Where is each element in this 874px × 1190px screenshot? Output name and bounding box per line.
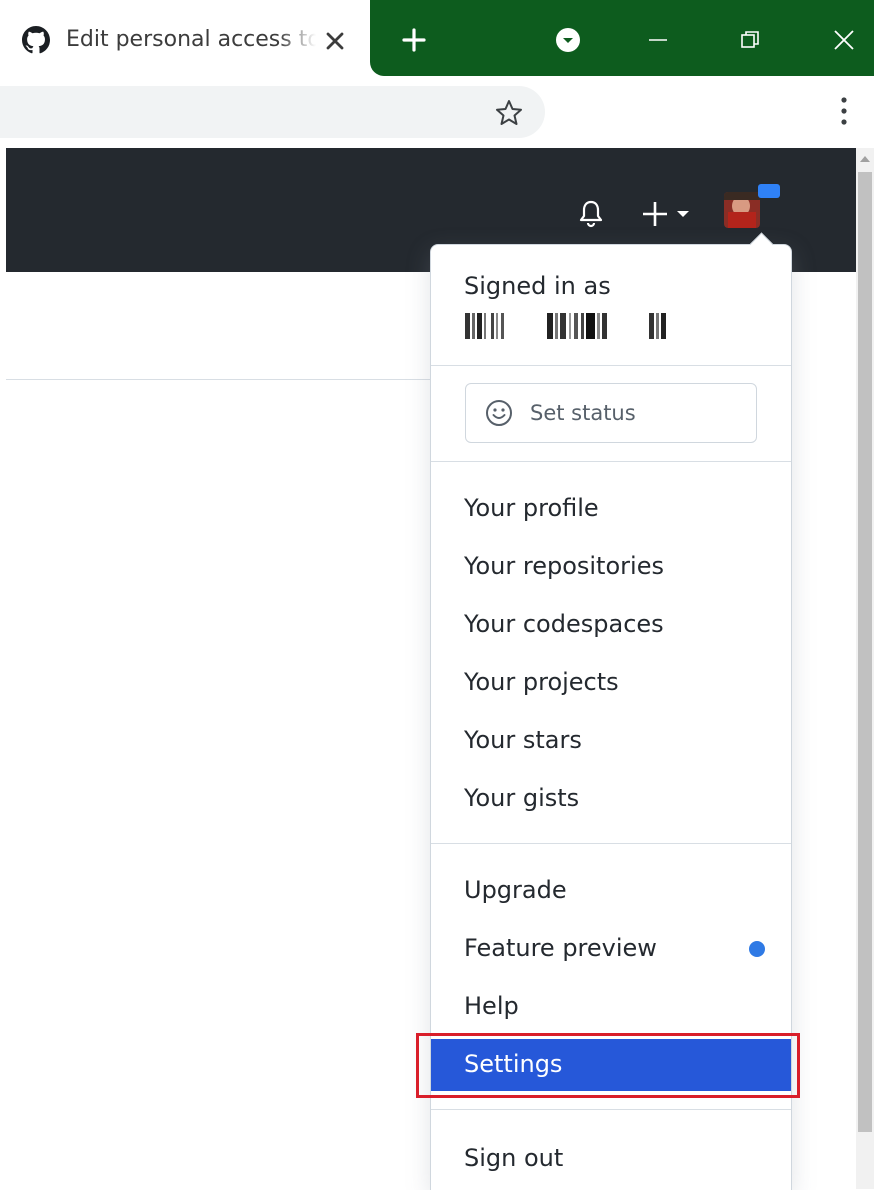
address-bar[interactable]	[0, 86, 545, 138]
scrollbar-thumb[interactable]	[858, 172, 872, 1132]
bell-icon[interactable]	[576, 198, 606, 228]
browser-toolbar	[0, 76, 874, 148]
menu-item-label: Your profile	[464, 494, 599, 522]
menu-divider	[431, 365, 791, 366]
restore-icon	[741, 31, 759, 48]
close-window-button[interactable]	[822, 18, 866, 62]
menu-item-your-stars[interactable]: Your stars	[431, 715, 791, 767]
menu-item-feature-preview[interactable]: Feature preview	[431, 923, 791, 975]
menu-item-your-gists[interactable]: Your gists	[431, 773, 791, 825]
menu-item-your-projects[interactable]: Your projects	[431, 657, 791, 709]
plus-icon	[402, 28, 426, 52]
menu-item-label: Help	[464, 992, 519, 1020]
menu-item-sign-out[interactable]: Sign out	[431, 1133, 791, 1185]
menu-item-label: Your repositories	[464, 552, 664, 580]
plus-icon	[643, 202, 667, 226]
set-status-button[interactable]: Set status	[465, 383, 757, 443]
avatar[interactable]	[724, 192, 760, 228]
menu-item-label: Your codespaces	[464, 610, 664, 638]
menu-item-your-repositories[interactable]: Your repositories	[431, 541, 791, 593]
menu-divider	[431, 461, 791, 462]
tab-close-icon[interactable]	[322, 28, 348, 54]
scrollbar[interactable]	[856, 148, 874, 1189]
browser-tab[interactable]: Edit personal access tokens	[0, 0, 370, 76]
menu-item-label: Your stars	[464, 726, 582, 754]
menu-item-label: Upgrade	[464, 876, 567, 904]
bookmark-star-icon[interactable]	[494, 98, 524, 128]
tab-title: Edit personal access tokens	[66, 27, 316, 52]
tab-search-button[interactable]	[546, 18, 590, 62]
menu-item-label: Your projects	[464, 668, 619, 696]
menu-item-your-profile[interactable]: Your profile	[431, 483, 791, 535]
close-icon	[834, 30, 854, 50]
menu-divider	[431, 1109, 791, 1110]
github-logo-icon	[22, 26, 50, 54]
create-new-menu[interactable]	[642, 198, 702, 230]
menu-item-your-codespaces[interactable]: Your codespaces	[431, 599, 791, 651]
tabstrip-background	[370, 0, 874, 76]
signed-in-label: Signed in as	[464, 272, 611, 300]
unread-indicator	[758, 184, 780, 198]
settings-highlight-box	[416, 1033, 800, 1098]
new-tab-button[interactable]	[392, 18, 436, 62]
redacted-username	[465, 313, 666, 339]
set-status-label: Set status	[530, 401, 636, 425]
smiley-icon	[486, 400, 512, 426]
menu-item-label: Your gists	[464, 784, 580, 812]
minimize-icon	[649, 39, 667, 41]
menu-item-upgrade[interactable]: Upgrade	[431, 865, 791, 917]
chevron-down-circle-icon	[556, 28, 580, 52]
chevron-down-icon	[677, 211, 689, 217]
page-divider	[6, 379, 432, 380]
restore-button[interactable]	[728, 18, 772, 62]
browser-menu-icon[interactable]	[832, 94, 856, 128]
new-indicator-dot	[749, 941, 765, 957]
browser-tabstrip: Edit personal access tokens	[0, 0, 874, 76]
scroll-up-icon[interactable]	[860, 156, 870, 162]
menu-item-help[interactable]: Help	[431, 981, 791, 1033]
menu-item-label: Feature preview	[464, 934, 657, 962]
menu-divider	[431, 843, 791, 844]
minimize-button[interactable]	[636, 18, 680, 62]
menu-item-label: Sign out	[464, 1144, 564, 1172]
